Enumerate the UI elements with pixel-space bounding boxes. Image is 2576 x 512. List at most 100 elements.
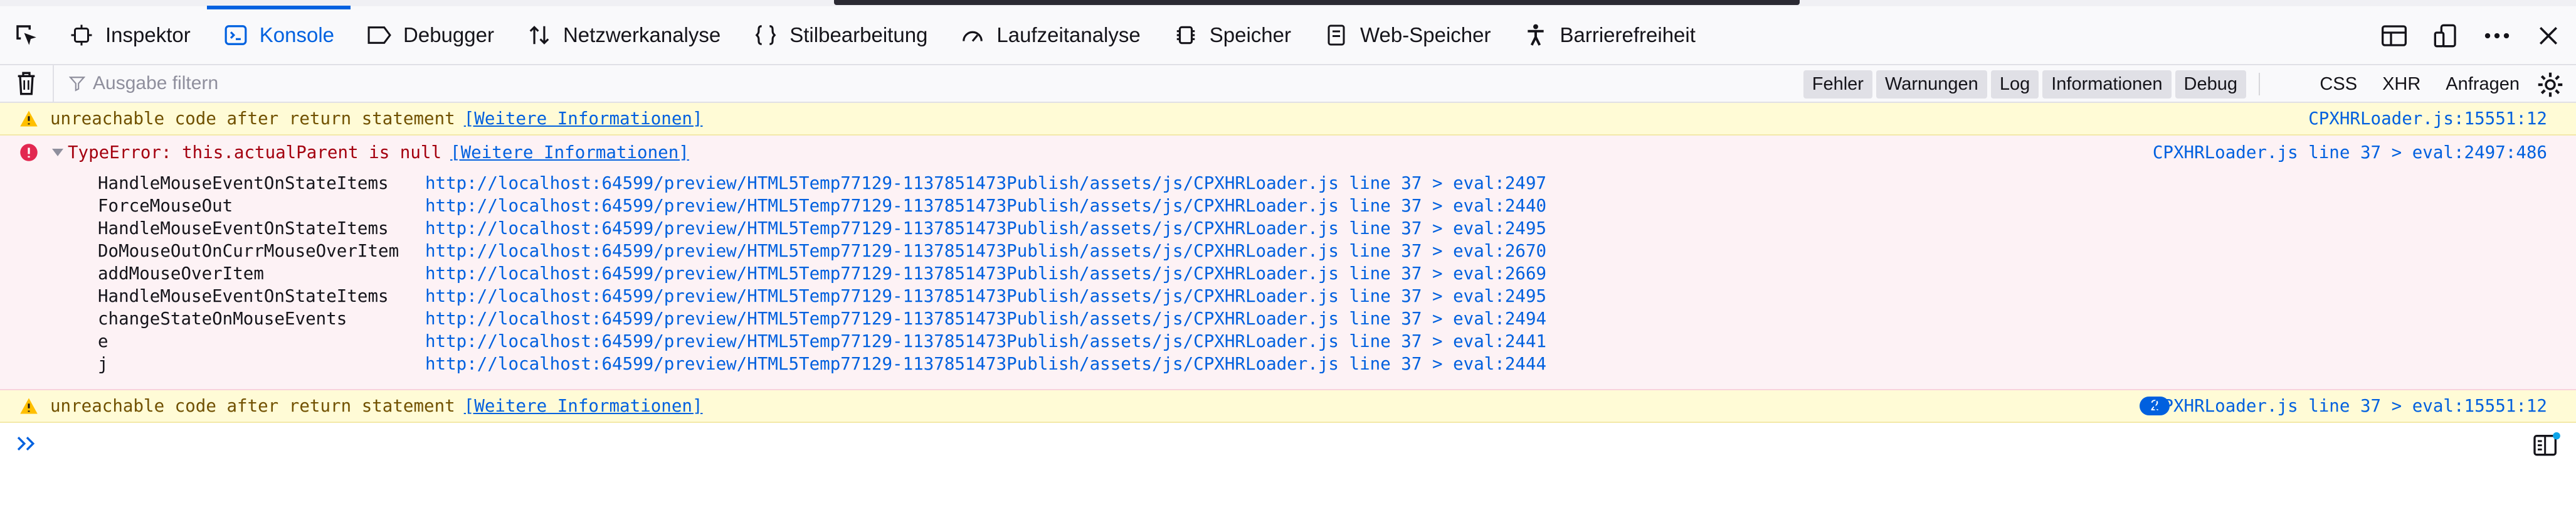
frame-location-link[interactable]: http://localhost:64599/preview/HTML5Temp…: [425, 331, 1546, 351]
tab-label: Netzwerkanalyse: [562, 23, 721, 46]
filter-info-button[interactable]: Informationen: [2042, 70, 2172, 99]
filter-errors-button[interactable]: Fehler: [1803, 70, 1872, 99]
editor-mode-button[interactable]: [2531, 428, 2563, 461]
frame-function: HandleMouseEventOnStateItems: [98, 286, 389, 306]
learn-more-link[interactable]: [Weitere Informationen]: [464, 396, 703, 416]
tab-barrierefreiheit[interactable]: Barrierefreiheit: [1507, 6, 1711, 65]
console-settings-button[interactable]: [2535, 69, 2566, 100]
performance-icon: [960, 23, 985, 48]
tab-debugger[interactable]: Debugger: [351, 6, 510, 65]
frame-function: e: [98, 331, 108, 351]
storage-icon: [1324, 23, 1349, 48]
frame-location-link[interactable]: http://localhost:64599/preview/HTML5Temp…: [425, 309, 1546, 329]
filter-xhr-button[interactable]: XHR: [2382, 74, 2420, 95]
stack-frame: DoMouseOutOnCurrMouseOverItem http://loca…: [98, 240, 1546, 262]
stack-frame: addMouseOverItem http://localhost:64599/p…: [98, 262, 1546, 285]
tab-label: Speicher: [1209, 23, 1291, 46]
split-console-icon: [2382, 25, 2407, 46]
devtools-toolbar: Inspektor Konsole Debugger Netzwerkanaly…: [0, 6, 2576, 65]
tab-label: Laufzeitanalyse: [996, 23, 1141, 46]
responsive-design-button[interactable]: [2431, 21, 2461, 51]
split-console-button[interactable]: [2379, 21, 2409, 51]
debugger-icon: [367, 23, 392, 48]
tab-speicher[interactable]: Speicher: [1157, 6, 1307, 65]
frame-location-link[interactable]: http://localhost:64599/preview/HTML5Temp…: [425, 286, 1546, 306]
filter-placeholder: Ausgabe filtern: [93, 73, 219, 93]
learn-more-link[interactable]: [Weitere Informationen]: [450, 142, 689, 163]
message-text: unreachable code after return statement: [50, 396, 455, 416]
address-bar-fragment: [834, 0, 1800, 5]
console-warning-message: unreachable code after return statement …: [0, 103, 2576, 136]
frame-function: addMouseOverItem: [98, 264, 264, 284]
memory-icon: [1173, 23, 1198, 48]
trash-icon: [18, 72, 35, 95]
console-filter-bar: Ausgabe filtern Fehler Warnungen Log Inf…: [0, 65, 2576, 103]
frame-location-link[interactable]: http://localhost:64599/preview/HTML5Temp…: [425, 241, 1546, 261]
prompt-chevron-icon: [16, 435, 38, 452]
tab-label: Stilbearbeitung: [789, 23, 928, 46]
accessibility-icon: [1523, 23, 1548, 48]
network-icon: [527, 23, 552, 48]
stack-frame: HandleMouseEventOnStateItems http://local…: [98, 217, 1546, 240]
inspector-icon: [69, 23, 94, 48]
source-location-link[interactable]: CPXHRLoader.js:15551:12: [2308, 109, 2547, 129]
more-options-button[interactable]: [2482, 21, 2512, 51]
filter-debug-button[interactable]: Debug: [2175, 70, 2246, 99]
frame-function: DoMouseOutOnCurrMouseOverItem: [98, 241, 399, 261]
console-input[interactable]: [0, 423, 2576, 464]
console-error-message: TypeError: this.actualParent is null [We…: [0, 136, 2576, 169]
message-text: TypeError: this.actualParent is null: [68, 142, 442, 163]
more-options-icon: [2484, 33, 2510, 39]
stack-frame: HandleMouseEventOnStateItems http://local…: [98, 285, 1546, 307]
stack-frame: HandleMouseEventOnStateItems http://local…: [98, 172, 1546, 195]
frame-location-link[interactable]: http://localhost:64599/preview/HTML5Temp…: [425, 196, 1546, 216]
frame-location-link[interactable]: http://localhost:64599/preview/HTML5Temp…: [425, 354, 1546, 374]
tab-label: Inspektor: [105, 23, 191, 46]
frame-location-link[interactable]: http://localhost:64599/preview/HTML5Temp…: [425, 264, 1546, 284]
frame-function: j: [98, 354, 108, 374]
tab-laufzeitanalyse[interactable]: Laufzeitanalyse: [944, 6, 1156, 65]
filter-css-button[interactable]: CSS: [2320, 74, 2357, 95]
tab-label: Web-Speicher: [1359, 23, 1491, 46]
error-icon: [15, 139, 43, 166]
frame-location-link[interactable]: http://localhost:64599/preview/HTML5Temp…: [425, 173, 1546, 193]
close-devtools-button[interactable]: [2533, 21, 2563, 51]
tab-web-speicher[interactable]: Web-Speicher: [1307, 6, 1507, 65]
tab-label: Konsole: [259, 23, 335, 46]
log-level-filters: Fehler Warnungen Log Informationen Debug: [1803, 65, 2269, 103]
console-warning-message: unreachable code after return statement …: [0, 390, 2576, 423]
stack-frame: e http://localhost:64599/preview/HTML5Tem…: [98, 330, 1546, 353]
message-text: unreachable code after return statement: [50, 109, 455, 129]
filter-requests-button[interactable]: Anfragen: [2446, 74, 2520, 95]
expand-toggle-icon[interactable]: [50, 145, 65, 160]
stack-frame: ForceMouseOut http://localhost:64599/prev…: [98, 195, 1546, 217]
divider: [2259, 73, 2260, 95]
filter-log-button[interactable]: Log: [1990, 70, 2039, 99]
tab-inspektor[interactable]: Inspektor: [53, 6, 207, 65]
console-icon: [223, 23, 248, 48]
frame-function: HandleMouseEventOnStateItems: [98, 218, 389, 238]
stack-frame: j http://localhost:64599/preview/HTML5Tem…: [98, 353, 1546, 375]
style-editor-icon: [753, 23, 778, 48]
tab-konsole[interactable]: Konsole: [206, 6, 351, 65]
filter-warnings-button[interactable]: Warnungen: [1876, 70, 1987, 99]
learn-more-link[interactable]: [Weitere Informationen]: [464, 109, 703, 129]
filter-icon: [69, 75, 85, 92]
tab-stilbearbeitung[interactable]: Stilbearbeitung: [737, 6, 944, 65]
element-picker-icon: [16, 25, 36, 45]
warning-icon: [15, 392, 43, 420]
frame-location-link[interactable]: http://localhost:64599/preview/HTML5Temp…: [425, 218, 1546, 238]
source-location-link[interactable]: CPXHRLoader.js line 37 > eval:2497:486: [2153, 142, 2547, 163]
toolbar-actions: [2379, 6, 2563, 65]
element-picker-button[interactable]: [0, 6, 53, 65]
tab-label: Barrierefreiheit: [1560, 23, 1696, 46]
frame-function: HandleMouseEventOnStateItems: [98, 173, 389, 193]
close-icon: [2539, 26, 2558, 45]
tab-label: Debugger: [403, 23, 494, 46]
clear-console-button[interactable]: [0, 65, 54, 102]
source-location-link[interactable]: CPXHRLoader.js line 37 > eval:15551:12: [2153, 396, 2547, 416]
tab-netzwerkanalyse[interactable]: Netzwerkanalyse: [510, 6, 737, 65]
editor-mode-icon: [2533, 432, 2560, 456]
frame-function: ForceMouseOut: [98, 196, 233, 216]
error-stacktrace: HandleMouseEventOnStateItems http://local…: [0, 169, 2576, 390]
